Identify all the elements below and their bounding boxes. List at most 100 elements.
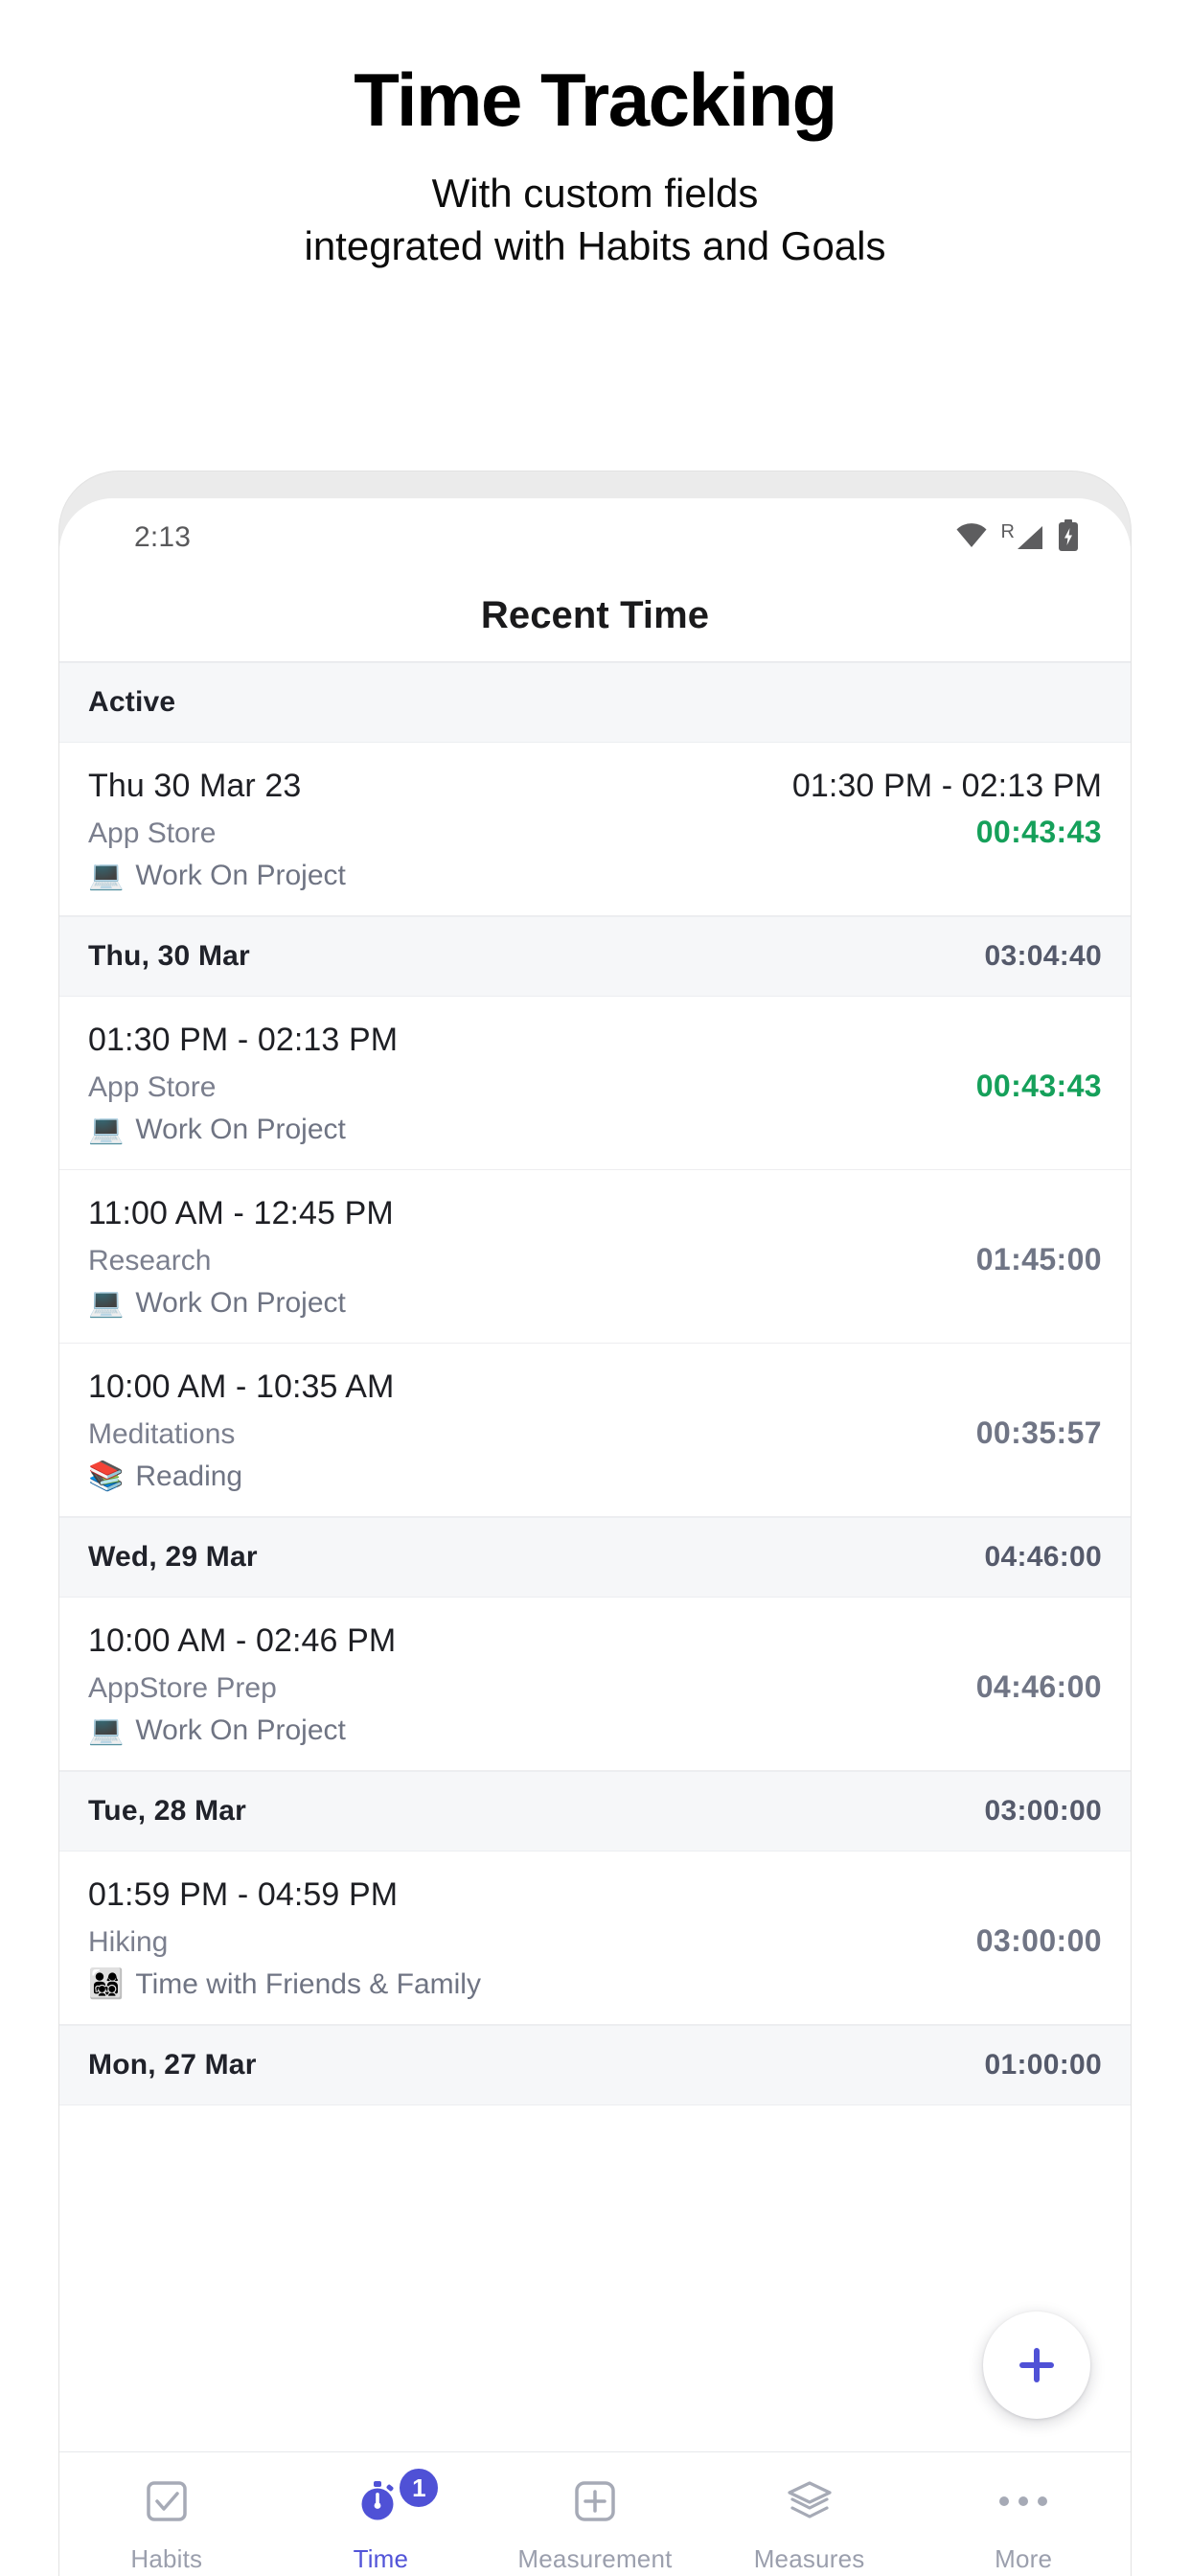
time-entry-note: Research — [88, 1245, 212, 1276]
time-entry-category: 📚 Reading — [88, 1460, 1102, 1493]
app-bar-title: Recent Time — [480, 593, 710, 636]
section-header-label: Wed, 29 Mar — [88, 1541, 258, 1573]
status-bar: 2:13 R — [59, 498, 1131, 569]
category-name: Reading — [135, 1460, 243, 1492]
wifi-icon — [955, 522, 988, 553]
time-entry-category: 💻 Work On Project — [88, 1287, 1102, 1320]
time-entry-primary: 11:00 AM - 12:45 PM — [88, 1195, 394, 1231]
time-entry-subrow: AppStore Prep 04:46:00 — [88, 1669, 1102, 1705]
time-entry-duration: 00:35:57 — [975, 1415, 1102, 1450]
section-header: Thu, 30 Mar 03:04:40 — [59, 916, 1131, 997]
time-entry-category: 💻 Work On Project — [88, 860, 1102, 892]
promo-page: Time Tracking With custom fields integra… — [0, 0, 1190, 2576]
category-emoji-icon: 💻 — [88, 1714, 125, 1746]
stopwatch-icon: 1 — [356, 2466, 442, 2529]
category-emoji-icon: 💻 — [88, 860, 125, 891]
nav-item-label: Measures — [753, 2544, 865, 2573]
time-entry-primary: 01:59 PM - 04:59 PM — [88, 1876, 399, 1913]
ellipsis-icon — [996, 2473, 1050, 2529]
time-entry-primary: 10:00 AM - 02:46 PM — [88, 1622, 397, 1659]
nav-item-label: Measurement — [517, 2544, 673, 2573]
time-entry-row[interactable]: 10:00 AM - 02:46 PM AppStore Prep 04:46:00… — [59, 1598, 1131, 1771]
time-entry-header: 01:59 PM - 04:59 PM — [88, 1876, 1102, 1914]
time-entry-primary: Thu 30 Mar 23 — [88, 768, 302, 804]
category-emoji-icon: 👨‍👩‍👧‍👦 — [88, 1968, 125, 2000]
phone-screen: 2:13 R Recent Time Active Thu 30 Mar 23 … — [59, 498, 1131, 2576]
time-entry-header: 01:30 PM - 02:13 PM — [88, 1022, 1102, 1059]
time-entry-category: 💻 Work On Project — [88, 1114, 1102, 1146]
time-entry-duration: 04:46:00 — [975, 1669, 1102, 1704]
time-entry-header: 10:00 AM - 02:46 PM — [88, 1622, 1102, 1660]
nav-item-label: Time — [353, 2544, 409, 2573]
section-header: Mon, 27 Mar 01:00:00 — [59, 2025, 1131, 2105]
time-entry-subrow: Meditations 00:35:57 — [88, 1415, 1102, 1451]
time-entry-note: Meditations — [88, 1418, 236, 1450]
promo-subtitle-line-1: With custom fields — [431, 170, 759, 216]
section-header-label: Mon, 27 Mar — [88, 2049, 257, 2081]
time-entry-note: App Store — [88, 1071, 217, 1103]
time-entry-subrow: App Store 00:43:43 — [88, 815, 1102, 850]
nav-item-label: More — [995, 2544, 1053, 2573]
category-emoji-icon: 📚 — [88, 1460, 125, 1492]
status-bar-clock: 2:13 — [134, 521, 192, 553]
section-header-total: 01:00:00 — [984, 2049, 1102, 2081]
time-entry-header: 11:00 AM - 12:45 PM — [88, 1195, 1102, 1232]
time-entry-duration-running: 00:43:43 — [975, 815, 1102, 849]
time-entry-subrow: App Store 00:43:43 — [88, 1069, 1102, 1104]
section-header-total: 04:46:00 — [984, 1541, 1102, 1573]
nav-badge-count: 1 — [397, 2466, 442, 2510]
time-entry-note: AppStore Prep — [88, 1672, 277, 1704]
category-name: Work On Project — [135, 1287, 346, 1319]
time-entry-row[interactable]: 11:00 AM - 12:45 PM Research 01:45:00 💻 Work… — [59, 1170, 1131, 1344]
layers-icon — [786, 2473, 834, 2529]
time-entry-note: App Store — [88, 817, 217, 849]
plus-icon — [1019, 2348, 1054, 2382]
promo-subtitle-line-2: integrated with Habits and Goals — [304, 223, 886, 269]
time-entry-category: 👨‍👩‍👧‍👦 Time with Friends & Family — [88, 1968, 1102, 2001]
plus-box-icon — [573, 2473, 617, 2529]
section-header: Active — [59, 662, 1131, 743]
nav-item-time[interactable]: 1 Time — [274, 2466, 489, 2574]
time-entry-category: 💻 Work On Project — [88, 1714, 1102, 1747]
time-entry-header: Thu 30 Mar 23 01:30 PM - 02:13 PM — [88, 768, 1102, 805]
section-header: Wed, 29 Mar 04:46:00 — [59, 1517, 1131, 1598]
nav-item-habits[interactable]: Habits — [59, 2473, 274, 2574]
time-entry-subrow: Hiking 03:00:00 — [88, 1923, 1102, 1959]
time-entry-duration: 01:45:00 — [975, 1242, 1102, 1276]
category-name: Work On Project — [135, 860, 346, 891]
category-name: Time with Friends & Family — [135, 1968, 481, 2000]
time-entry-duration: 03:00:00 — [975, 1923, 1102, 1958]
promo-header: Time Tracking With custom fields integra… — [0, 0, 1190, 273]
section-header: Tue, 28 Mar 03:00:00 — [59, 1771, 1131, 1852]
time-entry-range: 01:30 PM - 02:13 PM — [791, 768, 1102, 804]
time-entry-note: Hiking — [88, 1926, 169, 1958]
promo-subtitle: With custom fields integrated with Habit… — [0, 167, 1190, 273]
time-entry-row[interactable]: 10:00 AM - 10:35 AM Meditations 00:35:57 📚 R… — [59, 1344, 1131, 1517]
category-emoji-icon: 💻 — [88, 1114, 125, 1145]
app-bar: Recent Time — [59, 569, 1131, 661]
time-entry-header: 10:00 AM - 10:35 AM — [88, 1368, 1102, 1406]
page-title: Time Tracking — [354, 58, 837, 142]
nav-item-measures[interactable]: Measures — [702, 2473, 917, 2574]
nav-item-measurement[interactable]: Measurement — [488, 2473, 702, 2574]
roaming-label: R — [1000, 521, 1015, 542]
time-entries-list[interactable]: Active Thu 30 Mar 23 01:30 PM - 02:13 PM Ap… — [59, 662, 1131, 2105]
roaming-indicator: R — [1000, 521, 1044, 551]
nav-item-label: Habits — [130, 2544, 203, 2573]
time-entry-row[interactable]: 01:30 PM - 02:13 PM App Store 00:43:43 💻 Wor… — [59, 997, 1131, 1170]
section-header-total: 03:04:40 — [984, 940, 1102, 972]
section-header-label: Thu, 30 Mar — [88, 940, 250, 972]
category-name: Work On Project — [135, 1714, 346, 1746]
time-entry-duration-running: 00:43:43 — [975, 1069, 1102, 1103]
nav-item-more[interactable]: More — [916, 2473, 1131, 2574]
time-entry-row[interactable]: 01:59 PM - 04:59 PM Hiking 03:00:00 👨‍👩‍👧‍👦… — [59, 1852, 1131, 2025]
section-header-label: Tue, 28 Mar — [88, 1795, 247, 1827]
battery-charging-icon — [1058, 518, 1079, 557]
category-name: Work On Project — [135, 1114, 346, 1145]
time-entry-primary: 01:30 PM - 02:13 PM — [88, 1022, 399, 1058]
bottom-navigation[interactable]: Habits 1 Time Measurement Measures More — [59, 2451, 1131, 2576]
time-entry-subrow: Research 01:45:00 — [88, 1242, 1102, 1277]
time-entry-row[interactable]: Thu 30 Mar 23 01:30 PM - 02:13 PM App Stor… — [59, 743, 1131, 916]
category-emoji-icon: 💻 — [88, 1287, 125, 1319]
add-time-entry-button[interactable] — [983, 2312, 1090, 2419]
